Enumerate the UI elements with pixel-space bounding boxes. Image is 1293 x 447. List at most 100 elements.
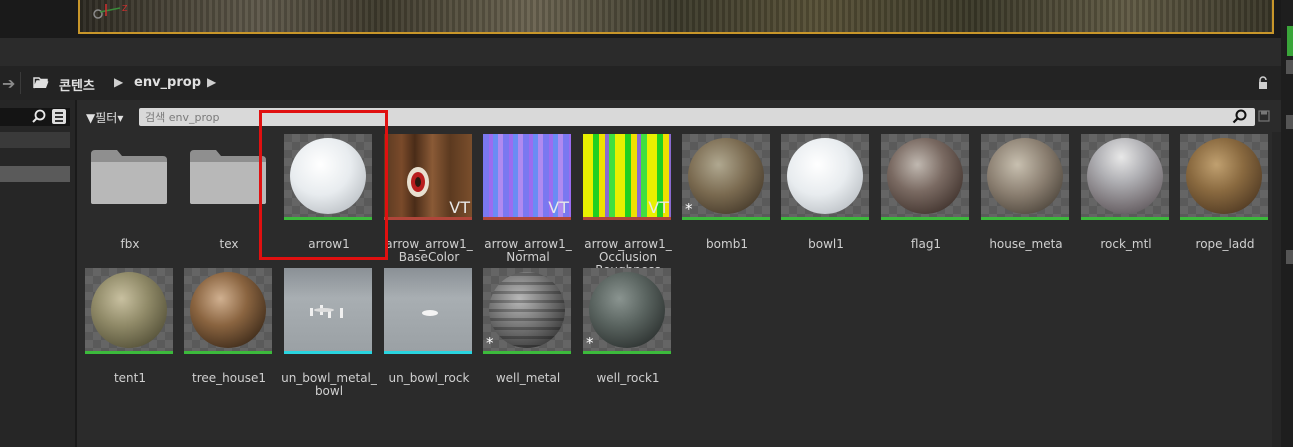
search-input[interactable] xyxy=(145,108,1225,126)
asset-name: bomb1 xyxy=(706,238,748,251)
path-bar: ➔ 콘텐츠 ▶ env_prop ▶ xyxy=(0,66,1281,100)
asset-thumbnail xyxy=(284,268,372,354)
asset-name: tree_house1 xyxy=(192,372,266,385)
asset-type-bar xyxy=(781,217,869,220)
target-icon xyxy=(407,167,429,197)
sources-panel xyxy=(0,100,77,447)
asset-name: tent1 xyxy=(113,372,147,385)
folder-icon xyxy=(190,150,266,204)
asset-thumbnail xyxy=(184,134,272,220)
search-icon[interactable] xyxy=(1232,109,1247,124)
asset-thumbnail xyxy=(384,268,472,354)
virtual-texture-badge: VT xyxy=(548,198,569,217)
filter-icon: ▼ xyxy=(86,111,96,125)
asset-thumbnail xyxy=(85,268,173,354)
level-viewport[interactable]: Z xyxy=(0,0,1293,38)
filter-button[interactable]: ▼필터▾ xyxy=(86,109,123,126)
asset-name: rock_mtl xyxy=(1100,238,1152,251)
asset-name: arrow_arrow1_ Occlusion Roughness xyxy=(584,238,672,268)
asset-thumbnail xyxy=(781,134,869,220)
divider xyxy=(20,72,21,94)
viewport-frame[interactable] xyxy=(78,0,1274,34)
asset-type-bar xyxy=(583,217,671,220)
asset-name: arrow_arrow1_ Normal xyxy=(484,238,572,264)
breadcrumb-chevron-icon[interactable]: ▶ xyxy=(207,75,216,89)
edge-marker xyxy=(1286,250,1293,264)
material-preview xyxy=(489,272,565,348)
asset-type-bar xyxy=(583,351,671,354)
asset-thumbnail xyxy=(85,134,173,220)
asset-type-bar xyxy=(1081,217,1169,220)
chevron-down-icon: ▾ xyxy=(117,111,124,125)
filter-label: 필터 xyxy=(95,111,118,125)
forward-arrow-icon[interactable]: ➔ xyxy=(2,74,15,93)
asset-name: bowl1 xyxy=(808,238,844,251)
material-preview xyxy=(589,272,665,348)
asset-name: flag1 xyxy=(910,238,942,251)
asset-thumbnail xyxy=(881,134,969,220)
svg-text:Z: Z xyxy=(122,4,128,13)
asset-name: well_metal xyxy=(495,372,561,385)
asset-thumbnail: * xyxy=(483,268,571,354)
search-box[interactable] xyxy=(139,108,1255,126)
asset-thumbnail: VT xyxy=(483,134,571,220)
asset-thumbnail xyxy=(1081,134,1169,220)
asset-name: arrow_arrow1_ BaseColor xyxy=(385,238,473,264)
asset-grid-scrollbar[interactable] xyxy=(1272,132,1281,447)
menu-icon[interactable] xyxy=(52,109,66,124)
asset-name: un_bowl_rock xyxy=(388,372,470,385)
asset-name: tex xyxy=(219,238,239,251)
panel-tab-indicator[interactable] xyxy=(1287,26,1293,56)
asset-thumbnail: * xyxy=(682,134,770,220)
asset-thumbnail xyxy=(1180,134,1268,220)
source-tree-row[interactable] xyxy=(0,132,70,148)
asset-thumbnail: VT xyxy=(384,134,472,220)
asset-thumbnail xyxy=(184,268,272,354)
asset-name: house_meta xyxy=(989,238,1063,251)
asset-thumbnail xyxy=(284,134,372,220)
asset-name: rope_ladd xyxy=(1195,238,1255,251)
folder-open-icon[interactable] xyxy=(33,76,49,89)
material-preview xyxy=(1087,138,1163,214)
asset-thumbnail: VT xyxy=(583,134,671,220)
modified-icon: * xyxy=(685,200,693,218)
mesh-preview xyxy=(310,305,343,318)
material-preview xyxy=(290,138,366,214)
breadcrumb-root[interactable]: 콘텐츠 xyxy=(59,75,95,94)
asset-type-bar xyxy=(384,351,472,354)
lock-icon[interactable] xyxy=(1257,76,1269,90)
material-preview xyxy=(1186,138,1262,214)
asset-thumbnail xyxy=(981,134,1069,220)
virtual-texture-badge: VT xyxy=(648,198,669,217)
search-icon[interactable] xyxy=(32,109,46,123)
asset-type-bar xyxy=(284,351,372,354)
asset-type-bar xyxy=(483,351,571,354)
virtual-texture-badge: VT xyxy=(449,198,470,217)
asset-type-bar xyxy=(483,217,571,220)
material-preview xyxy=(190,272,266,348)
material-preview xyxy=(91,272,167,348)
asset-type-bar xyxy=(1180,217,1268,220)
material-preview xyxy=(887,138,963,214)
edge-marker xyxy=(1286,60,1293,74)
asset-type-bar xyxy=(981,217,1069,220)
asset-name: fbx xyxy=(120,238,140,251)
asset-name: well_rock1 xyxy=(596,372,660,385)
material-preview xyxy=(987,138,1063,214)
folder-icon xyxy=(91,150,167,204)
source-tree-row-selected[interactable] xyxy=(0,166,70,182)
modified-icon: * xyxy=(486,334,494,352)
edge-marker xyxy=(1286,115,1293,129)
breadcrumb-current[interactable]: env_prop xyxy=(134,75,201,90)
asset-type-bar xyxy=(682,217,770,220)
asset-thumbnail: * xyxy=(583,268,671,354)
asset-type-bar xyxy=(85,351,173,354)
asset-name: un_bowl_metal_ bowl xyxy=(281,372,377,398)
material-preview xyxy=(688,138,764,214)
asset-type-bar xyxy=(284,217,372,220)
breadcrumb-chevron-icon[interactable]: ▶ xyxy=(114,75,123,89)
mesh-preview xyxy=(422,310,438,316)
save-icon[interactable] xyxy=(1258,110,1270,122)
asset-type-bar xyxy=(881,217,969,220)
modified-icon: * xyxy=(586,334,594,352)
